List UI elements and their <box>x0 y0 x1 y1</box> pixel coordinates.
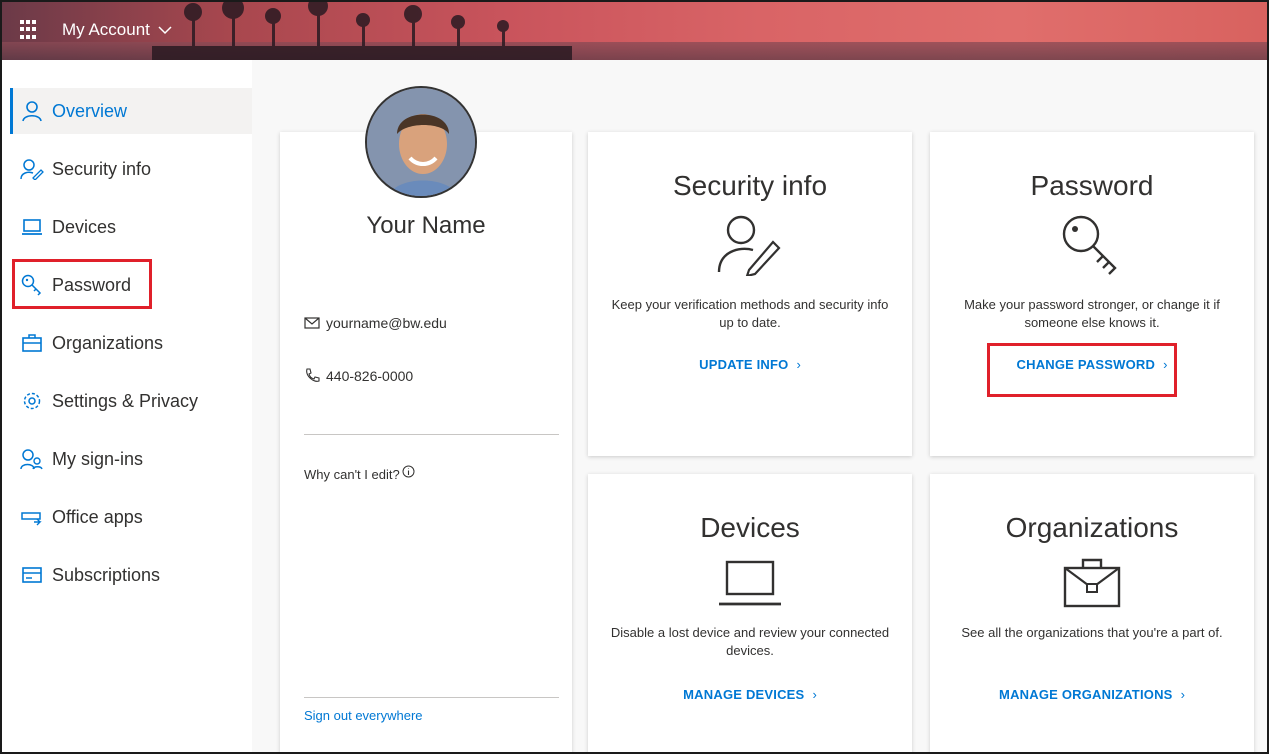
devices-card: Devices Disable a lost device and review… <box>588 474 912 752</box>
sidebar-item-devices[interactable]: Devices <box>10 204 252 250</box>
phone-icon <box>306 368 320 382</box>
mail-icon <box>304 317 320 329</box>
card-link-label: MANAGE ORGANIZATIONS <box>999 687 1173 702</box>
change-password-link[interactable]: CHANGE PASSWORD › <box>930 356 1254 374</box>
manage-organizations-link[interactable]: MANAGE ORGANIZATIONS › <box>930 686 1254 704</box>
key-icon <box>20 273 44 297</box>
card-description: Make your password stronger, or change i… <box>964 297 1220 330</box>
avatar-photo <box>367 88 475 196</box>
card-title: Organizations <box>1005 512 1179 543</box>
person-edit-icon <box>20 157 44 181</box>
security-info-card: Security info Keep your verification met… <box>588 132 912 456</box>
update-info-link[interactable]: UPDATE INFO › <box>588 356 912 374</box>
gear-icon <box>20 389 44 413</box>
card-title: Security info <box>672 170 828 201</box>
briefcase-icon <box>1063 558 1121 608</box>
sidebar-item-label: Settings & Privacy <box>52 390 199 411</box>
sidebar-item-subscriptions[interactable]: Subscriptions <box>10 552 252 598</box>
sidebar-item-label: Overview <box>52 100 128 121</box>
laptop-icon <box>719 560 781 606</box>
office-apps-icon <box>20 505 44 529</box>
sidebar-nav: Overview Security info Devices Password … <box>2 60 252 752</box>
sidebar-item-my-sign-ins[interactable]: My sign-ins <box>10 436 252 482</box>
sidebar-item-label: Office apps <box>52 506 143 527</box>
card-description: See all the organizations that you're a … <box>961 625 1223 640</box>
sidebar-item-label: Subscriptions <box>52 564 161 585</box>
organizations-card: Organizations See all the organizations … <box>930 474 1254 752</box>
person-edit-icon <box>717 215 781 276</box>
sidebar-item-overview[interactable]: Overview <box>10 88 252 134</box>
password-card: Password Make your password stronger, or… <box>930 132 1254 456</box>
sidebar-item-password[interactable]: Password <box>10 262 252 308</box>
profile-email-value: yourname@bw.edu <box>326 315 447 331</box>
header-banner: My Account <box>2 2 1267 60</box>
chevron-right-icon: › <box>792 357 801 372</box>
laptop-icon <box>20 215 44 239</box>
key-icon <box>1062 215 1117 275</box>
sidebar-item-label: Password <box>52 274 132 295</box>
person-icon <box>20 99 44 123</box>
sidebar-item-security-info[interactable]: Security info <box>10 146 252 192</box>
my-account-menu[interactable]: My Account <box>62 20 172 40</box>
card-title: Password <box>1030 170 1154 201</box>
sidebar-item-label: Organizations <box>52 332 164 353</box>
card-description: Disable a lost device and review your co… <box>610 625 890 658</box>
profile-phone: 440-826-0000 <box>304 368 413 384</box>
chevron-right-icon: › <box>808 687 817 702</box>
sidebar-item-label: My sign-ins <box>52 448 144 469</box>
app-title-label: My Account <box>62 20 150 39</box>
chevron-down-icon <box>158 26 172 35</box>
sidebar-item-label: Security info <box>52 158 152 179</box>
manage-devices-link[interactable]: MANAGE DEVICES › <box>588 686 912 704</box>
card-description: Keep your verification methods and secur… <box>611 297 889 330</box>
profile-email: yourname@bw.edu <box>304 315 447 331</box>
chevron-right-icon: › <box>1159 357 1168 372</box>
sidebar-item-label: Devices <box>52 216 117 237</box>
sidebar-item-office-apps[interactable]: Office apps <box>10 494 252 540</box>
card-icon <box>20 563 44 587</box>
people-icon <box>20 447 44 471</box>
why-cant-edit[interactable]: Why can't I edit? <box>304 465 415 482</box>
avatar <box>365 86 477 198</box>
sidebar-item-settings-privacy[interactable]: Settings & Privacy <box>10 378 252 424</box>
app-launcher-icon[interactable] <box>20 20 40 40</box>
card-link-label: MANAGE DEVICES <box>683 687 805 702</box>
briefcase-icon <box>20 331 44 355</box>
profile-phone-value: 440-826-0000 <box>326 368 414 384</box>
card-title: Devices <box>700 512 800 543</box>
profile-divider-bottom <box>304 697 559 698</box>
page-frame: My Account Overview Security info Device… <box>0 0 1269 754</box>
sidebar-item-organizations[interactable]: Organizations <box>10 320 252 366</box>
info-icon[interactable] <box>402 465 415 478</box>
sign-out-everywhere-link[interactable]: Sign out everywhere <box>304 708 423 723</box>
profile-name: Your Name <box>366 212 486 239</box>
card-link-label: UPDATE INFO <box>699 357 789 372</box>
card-link-label: CHANGE PASSWORD <box>1016 357 1156 372</box>
chevron-right-icon: › <box>1176 687 1185 702</box>
why-cant-edit-label: Why can't I edit? <box>304 467 400 482</box>
profile-divider <box>304 434 559 435</box>
banner-palm-trees <box>152 2 572 60</box>
